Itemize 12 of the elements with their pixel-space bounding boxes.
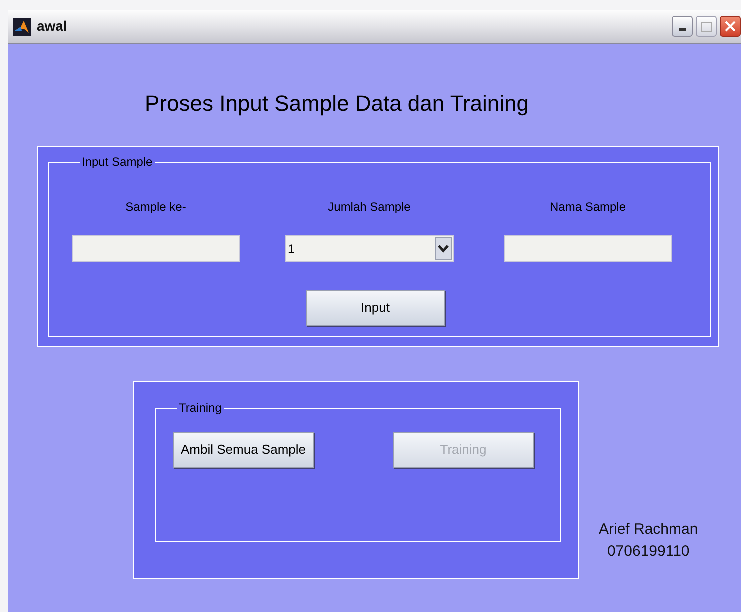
group-label: Input Sample [81, 154, 154, 171]
author-name: Arief Rachman [599, 520, 698, 540]
push-button[interactable]: Ambil Semua Sample [173, 432, 314, 468]
dropdown[interactable]: 1 [285, 235, 454, 262]
field-label: Jumlah Sample [328, 199, 411, 215]
student-id: 0706199110 [607, 542, 690, 562]
field-label: Sample ke- [126, 199, 186, 215]
group-label: Training [178, 400, 223, 417]
field-label: Nama Sample [550, 199, 626, 215]
push-button[interactable]: Input [306, 290, 445, 326]
window-title: awal [37, 17, 68, 36]
heading: Proses Input Sample Data dan Training [145, 91, 530, 117]
